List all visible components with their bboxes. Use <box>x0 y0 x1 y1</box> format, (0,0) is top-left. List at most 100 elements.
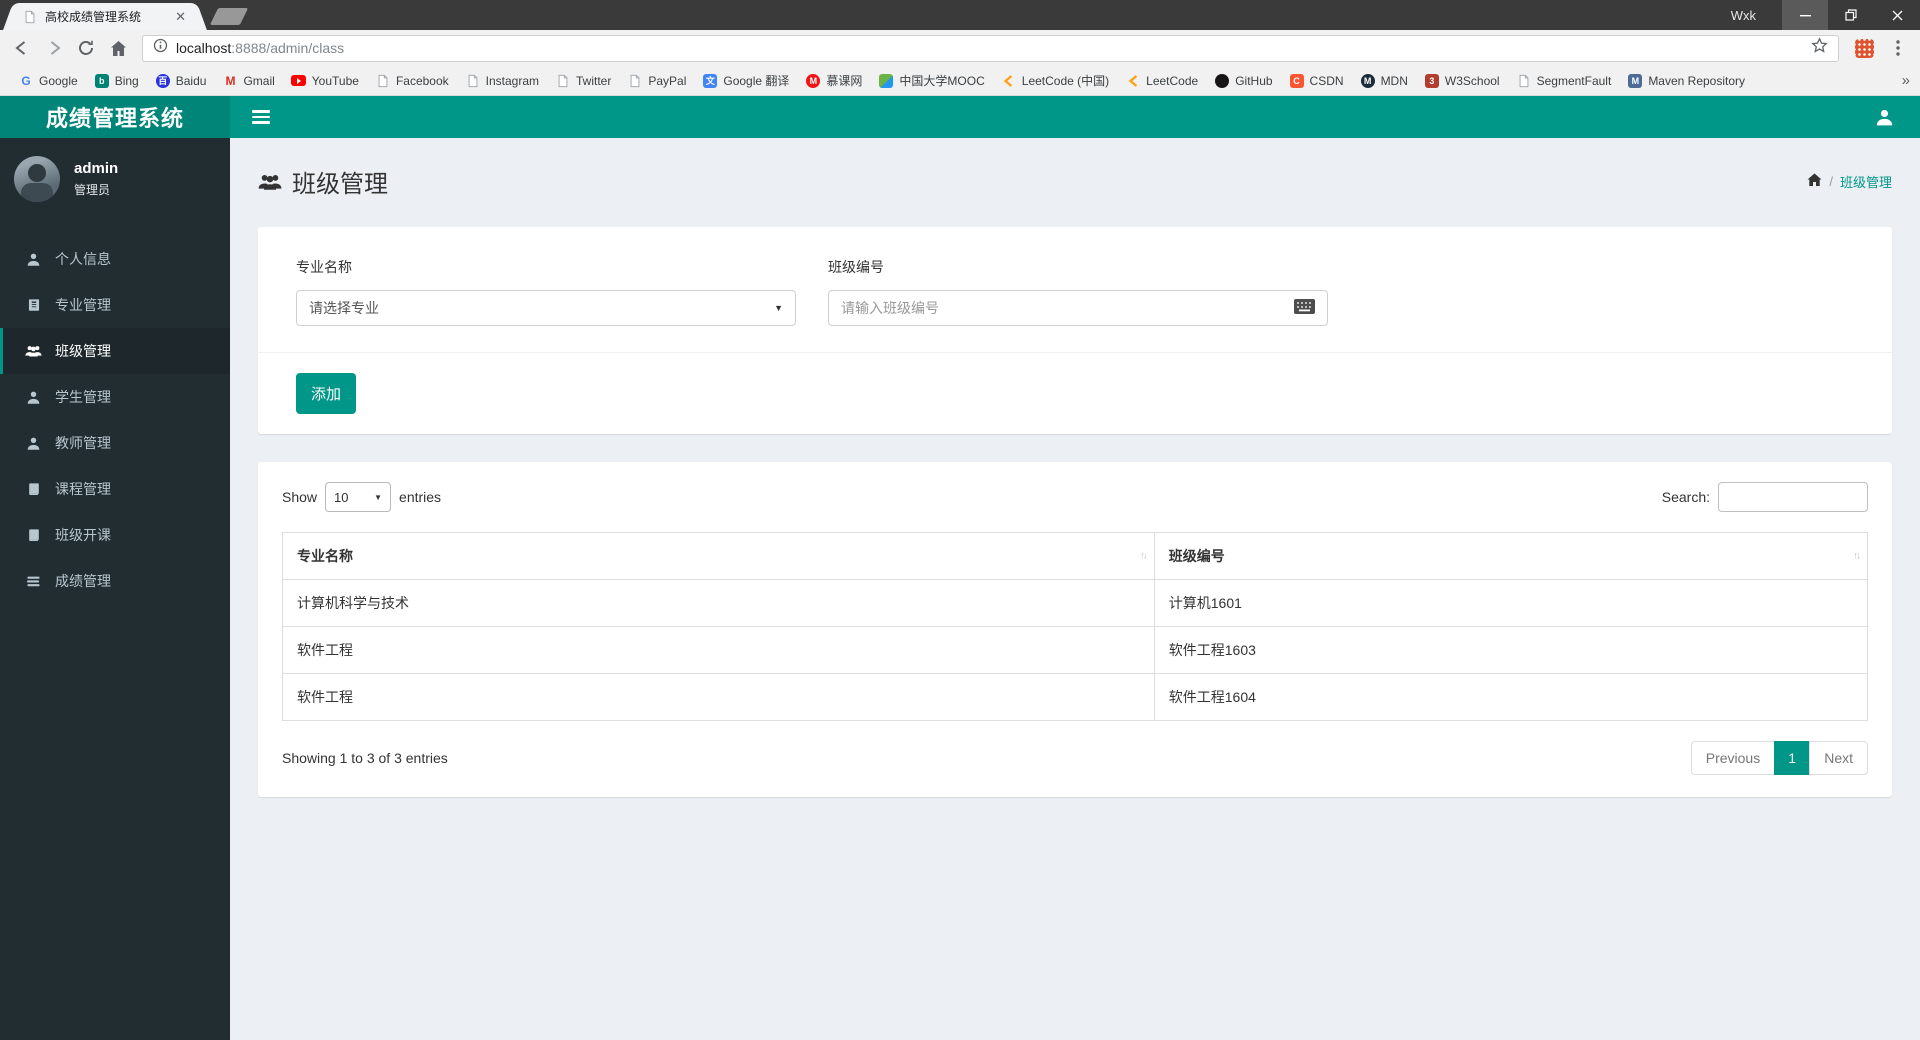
book-icon <box>25 528 42 542</box>
address-bar[interactable]: localhost:8888/admin/class <box>142 34 1839 62</box>
window-minimize-button[interactable] <box>1782 0 1828 30</box>
sidebar-item-教师管理[interactable]: 教师管理 <box>0 420 230 466</box>
bookmark-item[interactable]: PayPal <box>619 73 694 89</box>
icourse-favicon-icon <box>878 73 894 89</box>
class-table-box: Show 10 ▼ entries Search: 专业名称 ↑↓ 班级编号 ↑… <box>258 462 1892 797</box>
bookmark-item[interactable]: GitHub <box>1206 73 1280 89</box>
page-favicon-icon <box>627 73 643 89</box>
breadcrumb-current-link[interactable]: 班级管理 <box>1840 172 1892 191</box>
bookmark-item[interactable]: M 慕课网 <box>797 72 870 89</box>
cell-major: 计算机科学与技术 <box>282 579 1155 627</box>
entries-label: entries <box>399 489 442 505</box>
user-avatar <box>14 156 60 202</box>
sidebar-item-班级管理[interactable]: 班级管理 <box>0 328 230 374</box>
csdn-favicon-icon: C <box>1289 73 1305 89</box>
sidebar-toggle-icon[interactable] <box>230 96 292 138</box>
bookmark-item[interactable]: 百 Baidu <box>147 73 215 89</box>
browser-tab[interactable]: 高校成绩管理系统 ✕ <box>14 3 196 30</box>
pagination: Previous 1 Next <box>1690 741 1868 775</box>
bookmark-item[interactable]: C CSDN <box>1281 73 1352 89</box>
reload-icon[interactable] <box>72 34 100 62</box>
bookmark-item[interactable]: G Google <box>10 73 86 89</box>
url-text[interactable]: localhost:8888/admin/class <box>176 40 1803 56</box>
sidebar-item-学生管理[interactable]: 学生管理 <box>0 374 230 420</box>
window-restore-button[interactable] <box>1828 0 1874 30</box>
sidebar-item-课程管理[interactable]: 课程管理 <box>0 466 230 512</box>
new-tab-button[interactable] <box>209 8 249 25</box>
page-info-icon[interactable] <box>153 38 168 58</box>
add-button[interactable]: 添加 <box>296 373 357 414</box>
tab-title: 高校成绩管理系统 <box>45 10 142 24</box>
bookmark-item[interactable]: LeetCode (中国) <box>993 72 1117 89</box>
bookmark-item[interactable]: LeetCode <box>1117 73 1206 89</box>
bookmark-item[interactable]: M Gmail <box>214 73 282 89</box>
notebook-icon <box>25 298 42 312</box>
forward-icon[interactable] <box>40 34 68 62</box>
sidebar-user-panel: admin 管理员 <box>0 138 230 222</box>
youtube-favicon-icon <box>291 73 307 89</box>
book-icon <box>25 482 42 496</box>
bookmark-item[interactable]: 中国大学MOOC <box>870 72 992 89</box>
window-profile-name[interactable]: Wxk <box>1731 8 1756 23</box>
bookmarks-overflow-icon[interactable]: » <box>1902 72 1910 89</box>
cell-class-number: 计算机1601 <box>1153 579 1869 627</box>
search-input[interactable] <box>1718 482 1868 512</box>
bookmark-item[interactable]: 文 Google 翻译 <box>694 72 797 89</box>
sidebar-item-班级开课[interactable]: 班级开课 <box>0 512 230 558</box>
window-close-button[interactable] <box>1874 0 1920 30</box>
bookmark-item[interactable]: Instagram <box>457 73 547 89</box>
bookmarks-bar: G Google b Bing 百 Baidu M Gmail YouTube Facebook I… <box>0 66 1920 96</box>
users-icon <box>258 174 282 190</box>
sidebar-user-role: 管理员 <box>74 183 111 197</box>
sidebar-user-name: admin <box>74 160 119 177</box>
bookmark-item[interactable]: Twitter <box>547 73 619 89</box>
bookmark-item[interactable]: SegmentFault <box>1508 73 1620 89</box>
bookmark-item[interactable]: Facebook <box>367 73 457 89</box>
search-label: Search: <box>1661 489 1710 505</box>
previous-page-button[interactable]: Previous <box>1690 741 1776 775</box>
bookmark-item[interactable]: 3 W3School <box>1416 73 1508 89</box>
page-favicon-icon <box>1516 73 1532 89</box>
table-info: Showing 1 to 3 of 3 entries <box>282 750 448 766</box>
home-icon[interactable] <box>104 34 132 62</box>
keyboard-icon <box>1294 299 1315 317</box>
show-label: Show <box>282 489 318 505</box>
column-header-class[interactable]: 班级编号 ↑↓ <box>1153 532 1869 580</box>
next-page-button[interactable]: Next <box>1809 741 1868 775</box>
class-table: 专业名称 ↑↓ 班级编号 ↑↓ 计算机科学与技术 计算机1601 软件工程 软件工程160… <box>282 532 1869 721</box>
sidebar-item-个人信息[interactable]: 个人信息 <box>0 236 230 282</box>
sidebar-item-成绩管理[interactable]: 成绩管理 <box>0 558 230 604</box>
tab-close-icon[interactable]: ✕ <box>173 8 188 25</box>
sort-icon: ↑↓ <box>1853 550 1861 562</box>
cell-class-number: 软件工程1603 <box>1153 626 1869 674</box>
table-row[interactable]: 软件工程 软件工程1604 <box>282 673 1869 721</box>
navbar-user-icon[interactable] <box>1875 108 1894 127</box>
breadcrumb-home-icon[interactable] <box>1807 173 1822 190</box>
bookmark-item[interactable]: b Bing <box>86 73 147 89</box>
user-icon <box>25 390 42 405</box>
table-row[interactable]: 计算机科学与技术 计算机1601 <box>282 579 1869 627</box>
table-row[interactable]: 软件工程 软件工程1603 <box>282 626 1869 674</box>
bookmark-star-icon[interactable] <box>1811 37 1828 59</box>
extension-icon[interactable] <box>1855 38 1874 58</box>
back-icon[interactable] <box>8 34 36 62</box>
current-page-button[interactable]: 1 <box>1774 741 1811 775</box>
page-favicon-icon <box>465 73 481 89</box>
github-favicon-icon <box>1214 73 1230 89</box>
add-class-box: 专业名称 请选择专业 ▼ 班级编号 请输入班级编号 添加 <box>258 227 1892 434</box>
users-icon <box>25 344 42 358</box>
column-header-major[interactable]: 专业名称 ↑↓ <box>282 532 1155 580</box>
browser-toolbar: localhost:8888/admin/class <box>0 30 1920 66</box>
leetcode-favicon-icon <box>1125 73 1141 89</box>
bookmark-item[interactable]: M Maven Repository <box>1619 73 1753 89</box>
cell-major: 软件工程 <box>282 626 1155 674</box>
class-number-label: 班级编号 <box>828 259 884 275</box>
page-size-select[interactable]: 10 ▼ <box>325 482 392 512</box>
app-logo[interactable]: 成绩管理系统 <box>0 96 230 138</box>
sidebar-item-专业管理[interactable]: 专业管理 <box>0 282 230 328</box>
bookmark-item[interactable]: YouTube <box>283 73 367 89</box>
class-number-input[interactable] <box>841 300 1294 316</box>
bookmark-item[interactable]: M MDN <box>1352 73 1416 89</box>
major-select[interactable]: 请选择专业 ▼ <box>296 290 796 326</box>
browser-menu-icon[interactable] <box>1884 34 1912 62</box>
